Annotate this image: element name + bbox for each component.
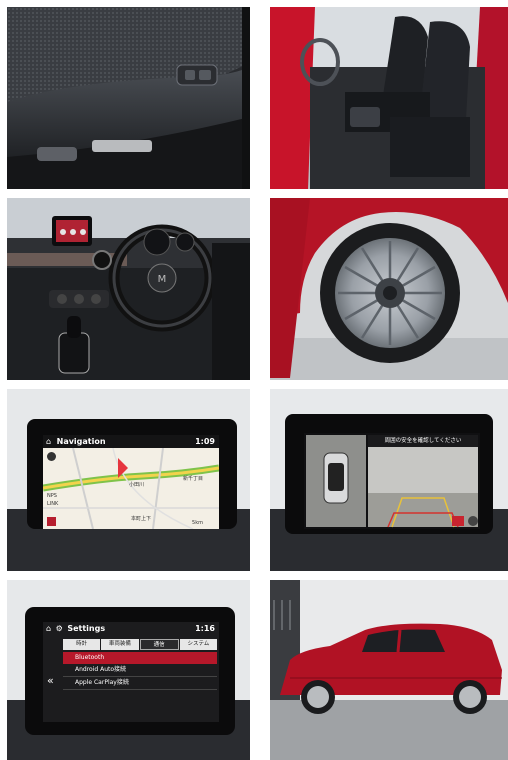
svg-text:M: M: [158, 274, 167, 285]
map-scale: 5km: [192, 520, 203, 526]
tab-vehicle[interactable]: 車両装備: [101, 639, 139, 650]
camera-display: 周囲の安全を確認してください: [304, 433, 480, 529]
photo-car-side-view: [270, 580, 508, 760]
settings-tabs: 時計 車両装備 通信 システム: [63, 639, 217, 650]
settings-display: ⌂ ⚙ Settings 1:16 時計 車両装備 通信 システム Blueto…: [43, 622, 219, 722]
back-icon: [47, 517, 56, 526]
map-label-4: 新千丁目: [183, 476, 204, 482]
home-icon[interactable]: ⌂: [46, 624, 51, 633]
compass-icon: [47, 452, 56, 461]
map-label-5: 本町上下: [131, 516, 152, 522]
settings-time: 1:16: [195, 624, 215, 633]
map-label-2: LINK: [47, 501, 59, 507]
alloy-wheel-image: [270, 198, 508, 380]
photo-dashboard: M: [7, 198, 250, 380]
list-item-android-auto[interactable]: Android Auto接続: [63, 664, 217, 677]
seat-controls-image: [7, 7, 250, 189]
home-icon: ⌂: [46, 437, 52, 446]
tab-communication[interactable]: 通信: [139, 639, 179, 650]
camera-views: [306, 435, 478, 528]
nav-time: 1:09: [195, 437, 215, 446]
photo-settings-screen: ⌂ ⚙ Settings 1:16 時計 車両装備 通信 システム Blueto…: [7, 580, 250, 760]
photo-navigation-screen: ⌂ Navigation 1:09 NPS LINK 小田川 新千丁目 本町上下…: [7, 389, 250, 571]
nav-header: ⌂ Navigation 1:09: [43, 435, 219, 448]
gear-icon[interactable]: [468, 516, 478, 526]
photo-alloy-wheel: [270, 198, 508, 380]
camera-warning-text: 周囲の安全を確認してください: [384, 438, 462, 444]
nav-display: ⌂ Navigation 1:09 NPS LINK 小田川 新千丁目 本町上下…: [43, 435, 219, 529]
photo-camera-screen: 周囲の安全を確認してください: [270, 389, 508, 571]
photo-seat-controls: [7, 7, 250, 189]
map-label-3: 小田川: [129, 482, 145, 488]
back-chevron-icon[interactable]: «: [47, 674, 54, 687]
settings-title: Settings: [67, 624, 106, 633]
settings-header: ⌂ ⚙ Settings 1:16: [43, 622, 219, 636]
camera-view-button[interactable]: [452, 516, 464, 526]
gear-icon: ⚙: [55, 624, 63, 633]
dashboard-image: M: [7, 198, 250, 380]
tab-system[interactable]: システム: [179, 639, 217, 650]
list-item-bluetooth[interactable]: Bluetooth: [63, 652, 217, 664]
camera-warning-bar: 周囲の安全を確認してください: [368, 435, 478, 447]
car-side-view-image: [270, 580, 508, 760]
nav-title: Navigation: [56, 437, 106, 446]
settings-list: Bluetooth Android Auto接続 Apple CarPlay接続: [63, 652, 217, 690]
list-item-apple-carplay[interactable]: Apple CarPlay接続: [63, 677, 217, 690]
front-seats-image: [270, 7, 508, 189]
tab-clock[interactable]: 時計: [63, 639, 101, 650]
photo-front-seats: [270, 7, 508, 189]
map-label-1: NPS: [47, 493, 57, 499]
